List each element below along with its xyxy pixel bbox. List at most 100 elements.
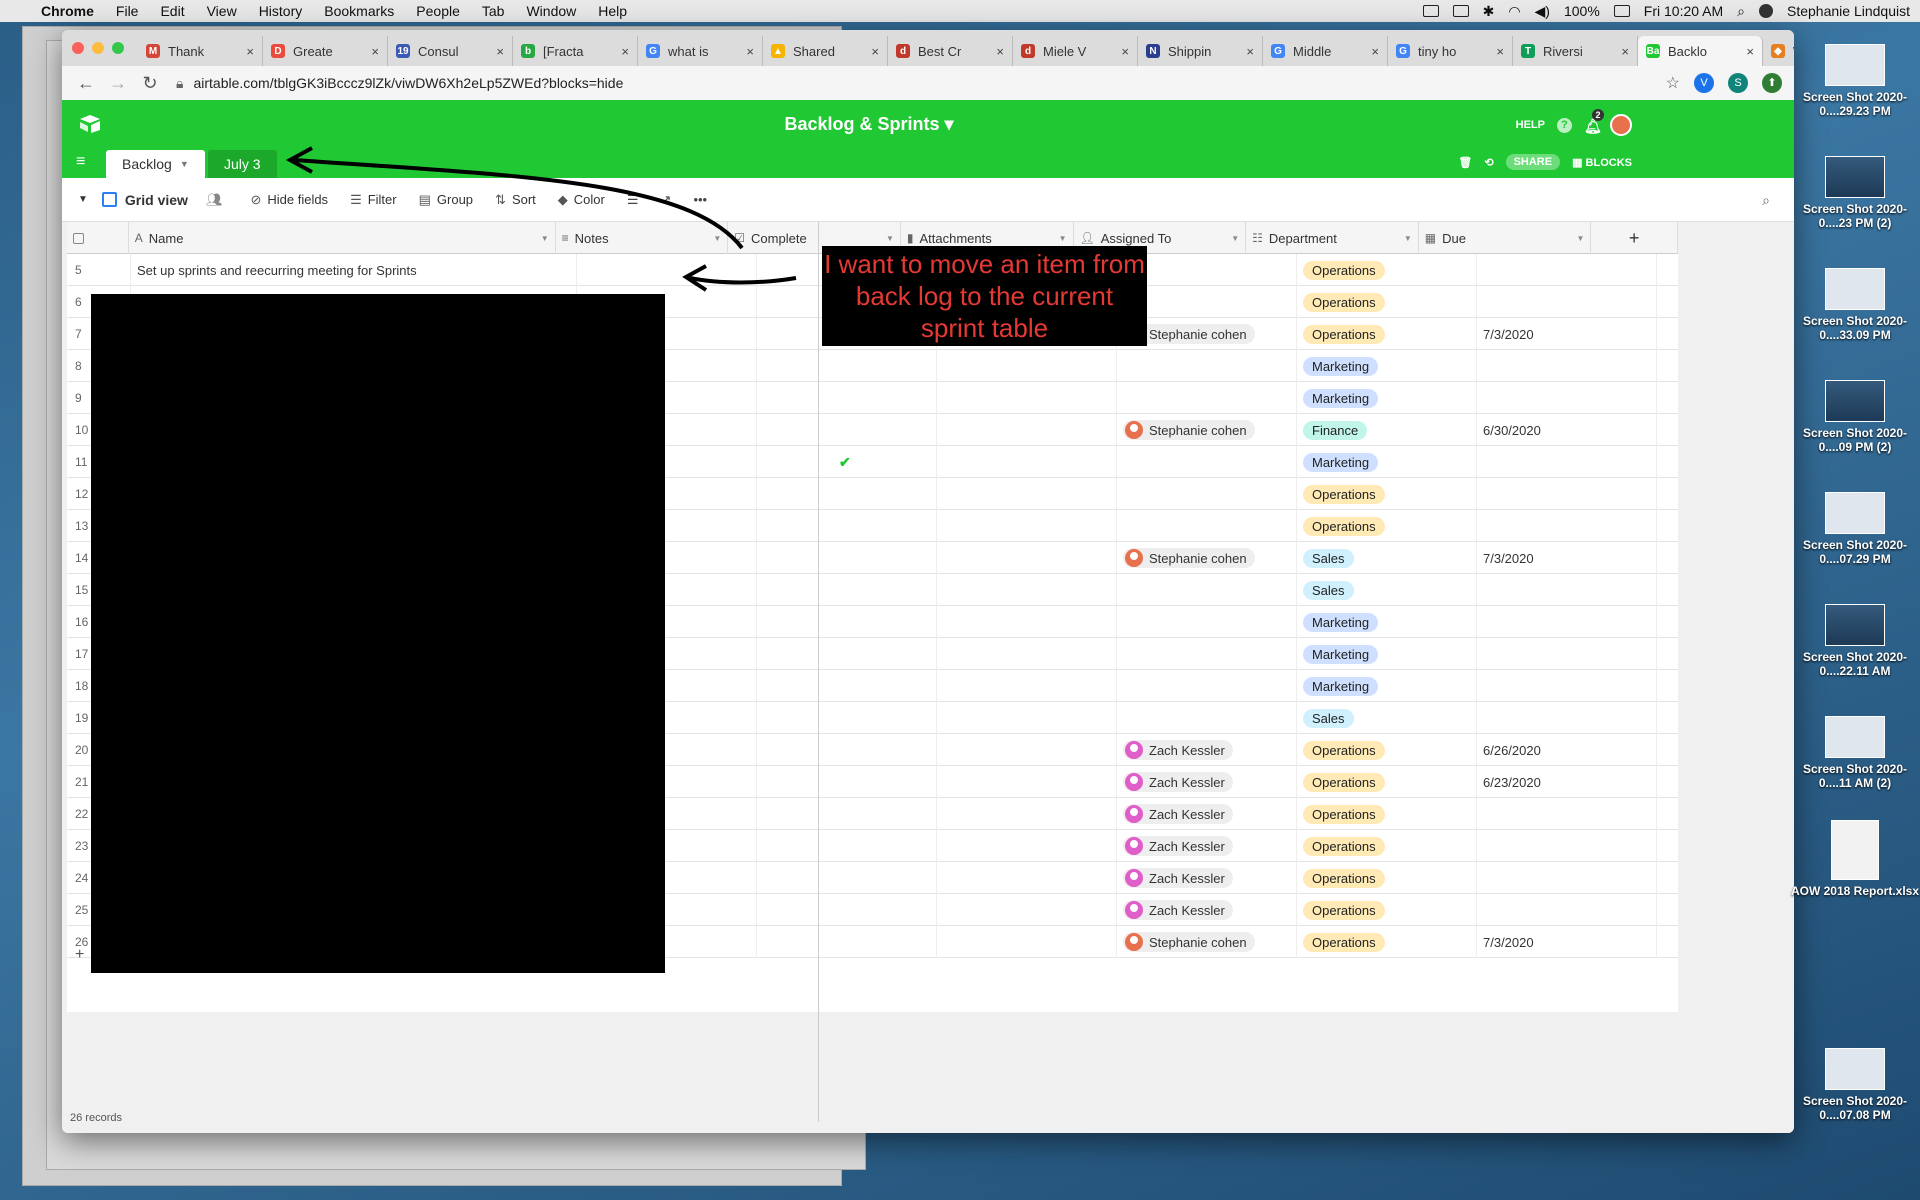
chevron-down-icon[interactable]: ▼ [1404, 234, 1412, 243]
cell-assigned-to[interactable] [1117, 510, 1297, 542]
desktop-file-icon[interactable]: Screen Shot 2020-0....07.29 PM [1790, 492, 1920, 566]
cell-department[interactable]: Sales [1297, 702, 1477, 734]
cell-attachments[interactable] [937, 894, 1117, 926]
cell-attachments[interactable] [937, 702, 1117, 734]
department-pill[interactable]: Operations [1303, 900, 1385, 920]
browser-tab[interactable]: 19 Consul × [388, 36, 513, 66]
share-view-icon[interactable]: ↗ [661, 192, 672, 208]
back-arrow-icon[interactable]: ← [74, 73, 98, 94]
department-pill[interactable]: Sales [1303, 708, 1354, 728]
cell-complete[interactable] [757, 350, 937, 382]
menu-bookmarks[interactable]: Bookmarks [324, 3, 394, 19]
cell-due[interactable] [1477, 606, 1657, 638]
cell-attachments[interactable] [937, 606, 1117, 638]
collaborator-chip[interactable]: Stephanie cohen [1123, 548, 1255, 568]
menu-view[interactable]: View [207, 3, 237, 19]
more-options-icon[interactable]: ••• [693, 192, 707, 207]
volume-icon[interactable]: ◀) [1535, 3, 1550, 20]
desktop-file-icon[interactable]: Screen Shot 2020-0....11 AM (2) [1790, 716, 1920, 790]
browser-tab[interactable]: G Middle × [1263, 36, 1388, 66]
department-pill[interactable]: Operations [1303, 292, 1385, 312]
cell-attachments[interactable] [937, 862, 1117, 894]
cell-assigned-to[interactable]: Zach Kessler [1117, 894, 1297, 926]
browser-tab[interactable]: d Best Cr × [888, 36, 1013, 66]
department-pill[interactable]: Marketing [1303, 356, 1379, 376]
wifi-icon[interactable]: ◠ [1508, 3, 1520, 20]
department-pill[interactable]: Operations [1303, 484, 1385, 504]
cell-due[interactable] [1477, 350, 1657, 382]
menu-tab[interactable]: Tab [482, 3, 505, 19]
department-pill[interactable]: Operations [1303, 324, 1385, 344]
cell-department[interactable]: Operations [1297, 254, 1477, 286]
menubar-user[interactable]: Stephanie Lindquist [1787, 3, 1910, 19]
search-icon[interactable]: ⌕ [1762, 192, 1770, 209]
close-tab-icon[interactable]: × [1371, 44, 1379, 59]
cell-due[interactable] [1477, 574, 1657, 606]
cell-department[interactable]: Marketing [1297, 446, 1477, 478]
account-avatar[interactable] [1610, 114, 1632, 136]
cell-due[interactable] [1477, 446, 1657, 478]
hamburger-menu-icon[interactable]: ≡ [76, 153, 85, 171]
close-window-button[interactable] [72, 42, 84, 54]
cell-complete[interactable] [757, 382, 937, 414]
cell-department[interactable]: Operations [1297, 286, 1477, 318]
cell-department[interactable]: Marketing [1297, 382, 1477, 414]
extension-icon[interactable]: V [1694, 73, 1714, 93]
desktop-file-icon[interactable]: Screen Shot 2020-0....23 PM (2) [1790, 156, 1920, 230]
cell-due[interactable] [1477, 638, 1657, 670]
zoom-window-button[interactable] [112, 42, 124, 54]
cell-attachments[interactable] [937, 734, 1117, 766]
notifications-bell-icon[interactable]: 🔔︎ 2 [1584, 109, 1604, 134]
cell-assigned-to[interactable] [1117, 606, 1297, 638]
cell-due[interactable] [1477, 286, 1657, 318]
column-header-due[interactable]: ▦ Due ▼ [1419, 222, 1592, 254]
desktop-file-icon[interactable]: Screen Shot 2020-0....29.23 PM [1790, 44, 1920, 118]
cell-department[interactable]: Marketing [1297, 606, 1477, 638]
collaborator-chip[interactable]: Zach Kessler [1123, 868, 1233, 888]
department-pill[interactable]: Marketing [1303, 676, 1379, 696]
cell-complete[interactable] [757, 830, 937, 862]
cell-department[interactable]: Sales [1297, 574, 1477, 606]
cell-attachments[interactable] [937, 510, 1117, 542]
department-pill[interactable]: Operations [1303, 868, 1385, 888]
collaborator-chip[interactable]: Stephanie cohen [1123, 420, 1255, 440]
cell-due[interactable] [1477, 478, 1657, 510]
cell-department[interactable]: Operations [1297, 798, 1477, 830]
collaborator-chip[interactable]: Zach Kessler [1123, 900, 1233, 920]
update-icon[interactable]: ⬆ [1762, 73, 1782, 93]
table-tab-july-3[interactable]: July 3 [208, 150, 277, 178]
department-pill[interactable]: Sales [1303, 548, 1354, 568]
cell-complete[interactable] [757, 478, 937, 510]
cell-complete[interactable] [757, 926, 937, 958]
cell-due[interactable] [1477, 702, 1657, 734]
cell-complete[interactable] [757, 702, 937, 734]
cell-department[interactable]: Operations [1297, 926, 1477, 958]
hide-fields-button[interactable]: ⊘ Hide fields [250, 192, 328, 208]
cell-complete[interactable] [757, 798, 937, 830]
cell-attachments[interactable] [937, 446, 1117, 478]
menu-app[interactable]: Chrome [41, 3, 94, 19]
chevron-down-icon[interactable]: ▼ [180, 159, 189, 169]
minimize-window-button[interactable] [92, 42, 104, 54]
blocks-button[interactable]: ▦ BLOCKS [1572, 156, 1632, 169]
cell-department[interactable]: Operations [1297, 318, 1477, 350]
collaborator-chip[interactable]: Zach Kessler [1123, 836, 1233, 856]
cell-complete[interactable] [757, 734, 937, 766]
cell-due[interactable]: 7/3/2020 [1477, 926, 1657, 958]
view-switcher[interactable]: Grid view [101, 192, 188, 208]
cell-department[interactable]: Finance [1297, 414, 1477, 446]
cell-attachments[interactable] [937, 830, 1117, 862]
cell-notes[interactable] [577, 254, 757, 286]
group-button[interactable]: ▤ Group [419, 192, 473, 208]
browser-tab[interactable]: Ba Backlo × [1638, 36, 1763, 66]
cell-attachments[interactable] [937, 638, 1117, 670]
department-pill[interactable]: Operations [1303, 740, 1385, 760]
desktop-file-icon[interactable]: AOW 2018 Report.xlsx [1790, 820, 1920, 898]
column-header-notes[interactable]: ≡ Notes ▼ [556, 222, 729, 254]
cell-due[interactable] [1477, 510, 1657, 542]
cell-assigned-to[interactable] [1117, 350, 1297, 382]
desktop-file-icon[interactable]: Screen Shot 2020-0....09 PM (2) [1790, 380, 1920, 454]
bluetooth-icon[interactable]: ✱ [1483, 3, 1495, 20]
browser-tab[interactable]: ▲ Shared × [763, 36, 888, 66]
cell-assigned-to[interactable]: Zach Kessler [1117, 830, 1297, 862]
